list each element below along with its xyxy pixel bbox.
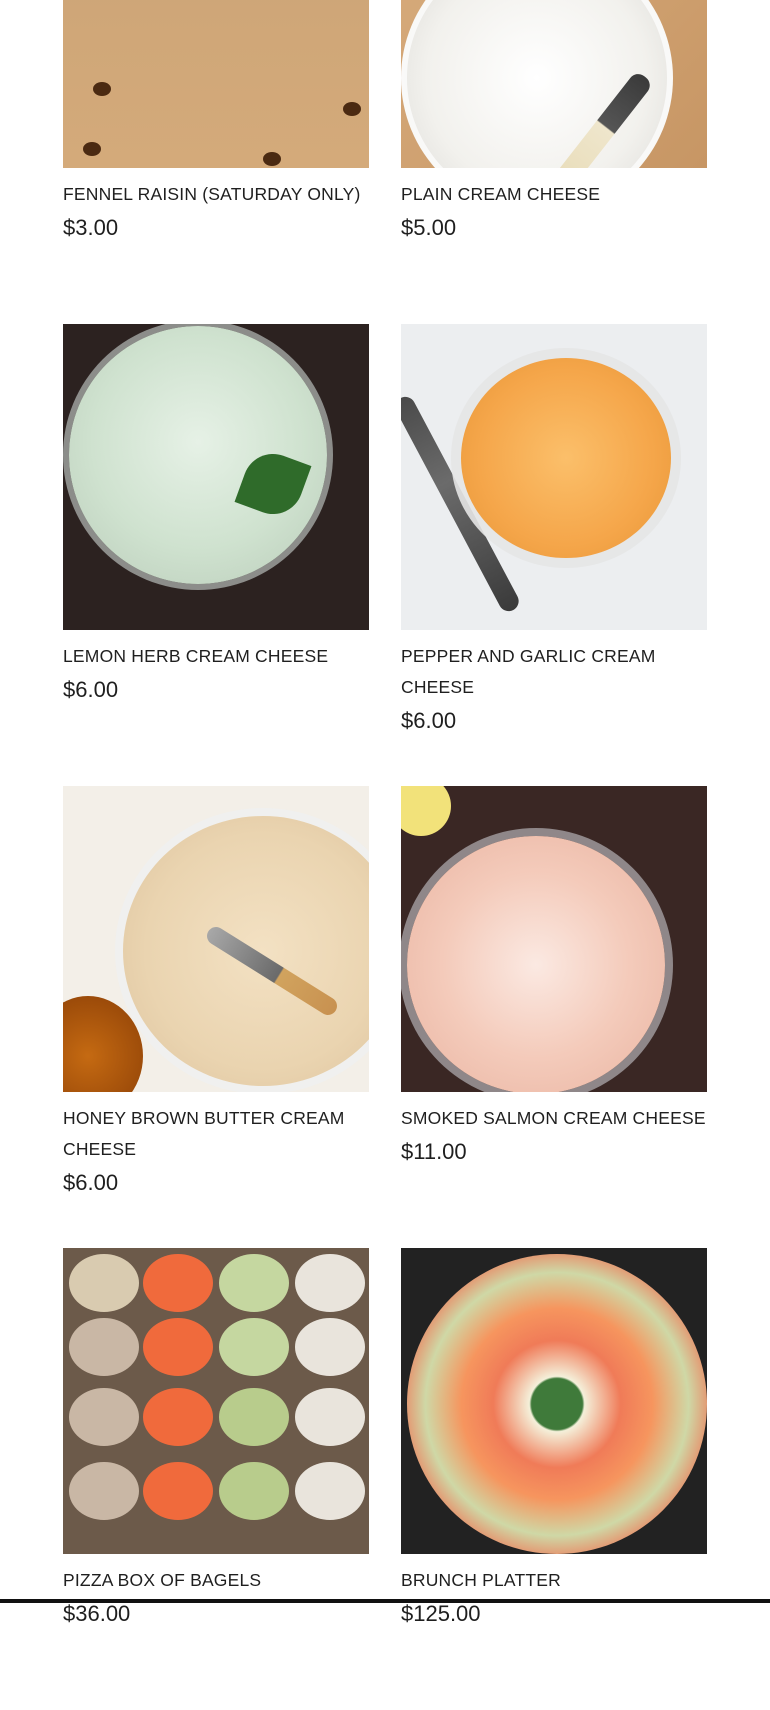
product-name[interactable]: PLAIN CREAM CHEESE xyxy=(401,179,707,210)
product-card-fennel-raisin[interactable]: FENNEL RAISIN (SATURDAY ONLY) $3.00 xyxy=(63,0,369,324)
product-name[interactable]: PEPPER AND GARLIC CREAM CHEESE xyxy=(401,641,707,703)
product-image[interactable] xyxy=(401,324,707,630)
product-card-smoked-salmon[interactable]: SMOKED SALMON CREAM CHEESE $11.00 xyxy=(401,786,707,1248)
product-grid: FENNEL RAISIN (SATURDAY ONLY) $3.00 PLAI… xyxy=(63,0,707,1710)
product-name[interactable]: HONEY BROWN BUTTER CREAM CHEESE xyxy=(63,1103,369,1165)
product-name[interactable]: LEMON HERB CREAM CHEESE xyxy=(63,641,369,672)
product-price: $5.00 xyxy=(401,215,457,240)
product-image[interactable] xyxy=(401,0,707,168)
product-card-pizza-box-bagels[interactable]: PIZZA BOX OF BAGELS $36.00 xyxy=(63,1248,369,1710)
product-card-plain-cream-cheese[interactable]: PLAIN CREAM CHEESE $5.00 xyxy=(401,0,707,324)
product-price: $6.00 xyxy=(63,677,119,702)
product-price: $3.00 xyxy=(63,215,119,240)
product-price: $11.00 xyxy=(401,1139,467,1164)
product-price: $6.00 xyxy=(401,708,457,733)
product-image[interactable] xyxy=(401,1248,707,1554)
product-price: $6.00 xyxy=(63,1170,119,1195)
product-card-pepper-garlic[interactable]: PEPPER AND GARLIC CREAM CHEESE $6.00 xyxy=(401,324,707,786)
product-name[interactable]: FENNEL RAISIN (SATURDAY ONLY) xyxy=(63,179,369,210)
product-image[interactable] xyxy=(63,786,369,1092)
product-price: $36.00 xyxy=(63,1601,131,1626)
product-card-lemon-herb[interactable]: LEMON HERB CREAM CHEESE $6.00 xyxy=(63,324,369,786)
product-image[interactable] xyxy=(63,1248,369,1554)
product-card-honey-brown-butter[interactable]: HONEY BROWN BUTTER CREAM CHEESE $6.00 xyxy=(63,786,369,1248)
product-name[interactable]: PIZZA BOX OF BAGELS xyxy=(63,1565,369,1596)
product-image[interactable] xyxy=(63,324,369,630)
product-image[interactable] xyxy=(63,0,369,168)
product-price: $125.00 xyxy=(401,1601,481,1626)
page-bottom-border xyxy=(0,1599,770,1603)
product-name[interactable]: SMOKED SALMON CREAM CHEESE xyxy=(401,1103,707,1134)
product-image[interactable] xyxy=(401,786,707,1092)
product-card-brunch-platter[interactable]: BRUNCH PLATTER $125.00 xyxy=(401,1248,707,1710)
product-name[interactable]: BRUNCH PLATTER xyxy=(401,1565,707,1596)
